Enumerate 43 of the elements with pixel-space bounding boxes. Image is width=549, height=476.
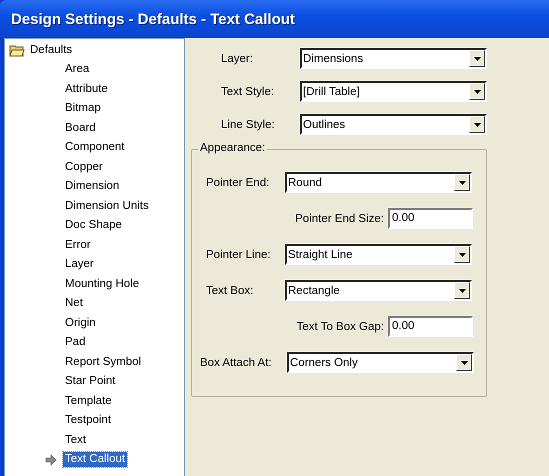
field-label: Text Box: [206, 284, 254, 296]
tree-item[interactable]: Defaults [28, 43, 74, 58]
window-title: Design Settings - Defaults - Text Callout [11, 10, 295, 28]
tree-item[interactable]: Mounting Hole [63, 276, 142, 292]
tree-item[interactable]: Copper [63, 160, 105, 175]
tree-item[interactable]: Dimension [63, 179, 122, 194]
field-label: Pointer End Size: [295, 212, 384, 224]
dropdown[interactable]: Round [285, 172, 472, 193]
tree-item[interactable]: Board [63, 120, 98, 136]
dropdown[interactable]: Dimensions [300, 48, 487, 69]
tree-item[interactable]: Dimension Units [63, 198, 151, 214]
tree-item[interactable]: Text [63, 432, 88, 448]
tree-item[interactable]: Text Callout [63, 452, 128, 468]
tree-item[interactable]: Doc Shape [63, 218, 124, 234]
dropdown[interactable]: Straight Line [285, 244, 472, 265]
dropdown[interactable]: Rectangle [285, 280, 472, 301]
tree-item[interactable]: Testpoint [63, 413, 114, 428]
tree-item[interactable]: Error [63, 238, 93, 253]
tree-item[interactable]: Bitmap [63, 101, 103, 116]
arrow-icon [45, 454, 57, 466]
group-title: Appearance: [198, 142, 268, 154]
input-field[interactable]: 0.00 [388, 208, 473, 229]
tree-item[interactable]: Origin [63, 316, 98, 331]
input-field[interactable]: 0.00 [388, 316, 473, 337]
dropdown[interactable]: [Drill Table] [300, 81, 487, 102]
field-label: Layer: [221, 52, 254, 64]
tree-item[interactable]: Component [63, 140, 126, 156]
field-label: Box Attach At: [200, 356, 273, 368]
tree-item[interactable]: Net [63, 296, 85, 312]
field-label: Text To Box Gap: [296, 320, 384, 332]
tree-item[interactable]: Pad [63, 335, 88, 350]
tree-item[interactable]: Area [63, 62, 92, 78]
field-label: Pointer End: [206, 176, 270, 188]
tree-item[interactable]: Star Point [63, 374, 118, 390]
tree-item[interactable]: Template [63, 394, 114, 409]
tree-item[interactable]: Attribute [63, 82, 110, 97]
dropdown[interactable]: Corners Only [287, 352, 474, 373]
tree-item[interactable]: Report Symbol [63, 354, 144, 370]
field-label: Line Style: [221, 118, 276, 130]
tree-item[interactable]: Layer [63, 257, 96, 272]
field-label: Pointer Line: [206, 248, 272, 260]
dropdown[interactable]: Outlines [300, 114, 487, 135]
field-label: Text Style: [221, 86, 276, 98]
